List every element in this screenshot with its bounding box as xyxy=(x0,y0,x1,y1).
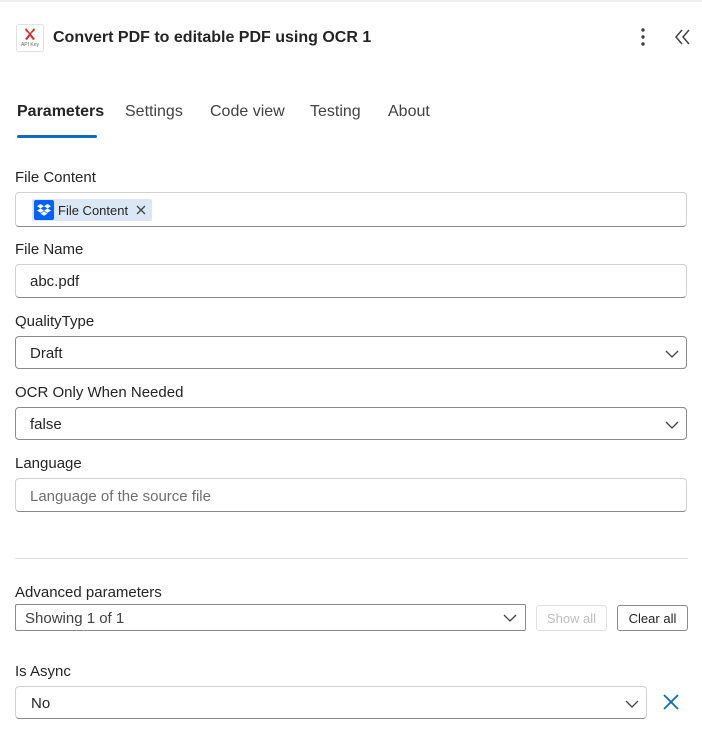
remove-is-async-button[interactable] xyxy=(661,692,681,712)
chevron-down-icon xyxy=(625,700,639,708)
quality-type-label: QualityType xyxy=(15,313,95,330)
chevron-down-icon xyxy=(503,614,517,622)
token-label: File Content xyxy=(58,202,129,218)
ocr-only-value: false xyxy=(30,416,62,433)
double-chevron-left-icon xyxy=(675,29,690,45)
api2pdf-logo-icon: API Key xyxy=(16,24,44,52)
language-placeholder: Language of the source file xyxy=(30,488,211,505)
close-icon[interactable] xyxy=(136,205,146,215)
show-all-button[interactable]: Show all xyxy=(536,605,607,631)
tab-settings[interactable]: Settings xyxy=(125,103,183,121)
panel-title: Convert PDF to editable PDF using OCR 1 xyxy=(53,29,372,46)
ocr-only-label: OCR Only When Needed xyxy=(15,384,184,401)
top-border xyxy=(0,0,702,2)
file-content-label: File Content xyxy=(15,169,96,186)
more-options-button[interactable] xyxy=(632,24,654,50)
advanced-parameters-value: Showing 1 of 1 xyxy=(25,610,125,627)
file-name-label: File Name xyxy=(15,241,84,258)
panel-header: API Key Convert PDF to editable PDF usin… xyxy=(0,16,702,60)
quality-type-dropdown[interactable]: Draft xyxy=(15,336,687,369)
file-name-value: abc.pdf xyxy=(30,273,80,290)
is-async-dropdown[interactable]: No xyxy=(15,686,647,719)
collapse-panel-button[interactable] xyxy=(672,24,694,50)
tab-about[interactable]: About xyxy=(388,103,430,121)
clear-all-button[interactable]: Clear all xyxy=(617,605,688,631)
chevron-down-icon xyxy=(665,421,679,429)
file-content-input[interactable]: File Content xyxy=(15,192,687,227)
language-input[interactable]: Language of the source file xyxy=(15,478,687,512)
chevron-down-icon xyxy=(665,350,679,358)
advanced-parameters-label: Advanced parameters xyxy=(15,584,162,601)
dropbox-icon xyxy=(34,200,54,220)
is-async-value: No xyxy=(31,695,51,712)
quality-type-value: Draft xyxy=(30,345,63,362)
file-name-input[interactable]: abc.pdf xyxy=(15,264,687,298)
is-async-label: Is Async xyxy=(15,663,71,680)
more-vertical-icon xyxy=(641,28,645,46)
section-divider xyxy=(15,558,688,559)
close-icon xyxy=(663,694,679,710)
language-label: Language xyxy=(15,455,82,472)
tab-code-view[interactable]: Code view xyxy=(210,103,285,121)
tab-parameters[interactable]: Parameters xyxy=(17,103,104,121)
app-icon-caption: API Key xyxy=(20,42,40,48)
active-tab-indicator xyxy=(17,135,97,138)
advanced-parameters-dropdown[interactable]: Showing 1 of 1 xyxy=(15,604,526,631)
ocr-only-dropdown[interactable]: false xyxy=(15,407,687,440)
tab-testing[interactable]: Testing xyxy=(310,103,361,121)
file-content-token[interactable]: File Content xyxy=(32,199,153,221)
